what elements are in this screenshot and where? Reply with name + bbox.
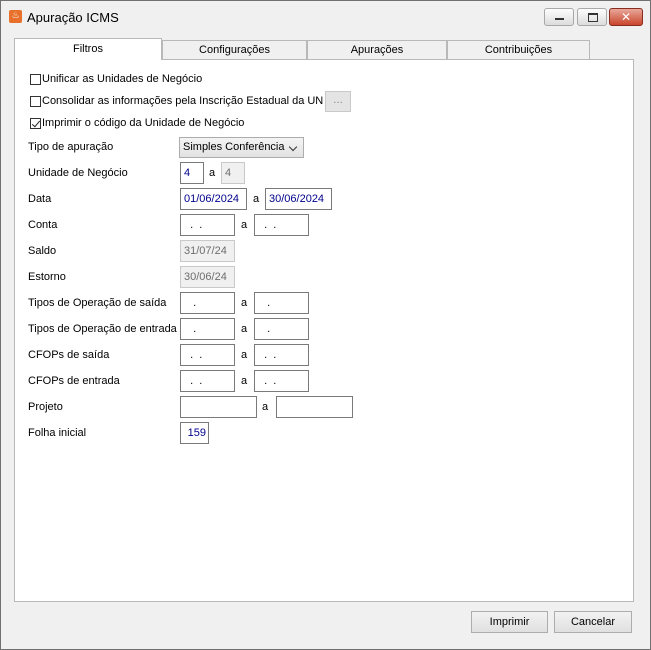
minimize-icon bbox=[555, 18, 564, 20]
imprimir-codigo-label: Imprimir o código da Unidade de Negócio bbox=[42, 117, 245, 129]
saldo-input: 31/07/24 bbox=[180, 240, 235, 262]
tab-filtros[interactable]: Filtros bbox=[14, 38, 162, 60]
cfops-entrada-to-input[interactable]: . . bbox=[254, 370, 309, 392]
imprimir-codigo-checkbox-row[interactable]: Imprimir o código da Unidade de Negócio bbox=[30, 116, 244, 130]
saldo-label: Saldo bbox=[28, 245, 57, 257]
chevron-down-icon bbox=[288, 142, 298, 152]
imprimir-button-label: Imprimir bbox=[489, 616, 530, 628]
data-to-input[interactable]: 30/06/2024 bbox=[265, 188, 332, 210]
data-separator: a bbox=[253, 193, 260, 205]
cfops-entrada-label: CFOPs de entrada bbox=[28, 375, 120, 387]
imprimir-button[interactable]: Imprimir bbox=[471, 611, 548, 633]
maximize-icon bbox=[588, 13, 598, 22]
tab-configuracoes[interactable]: Configurações bbox=[162, 40, 307, 59]
tab-apuracoes-complementares[interactable]: Apurações Complementares bbox=[307, 40, 447, 75]
projeto-label: Projeto bbox=[28, 401, 63, 413]
conta-from-input[interactable]: . . bbox=[180, 214, 235, 236]
unidade-negocio-from-input[interactable]: 4 bbox=[180, 162, 204, 184]
tipos-operacao-entrada-from-input[interactable]: . bbox=[180, 318, 235, 340]
tipos-operacao-entrada-label: Tipos de Operação de entrada bbox=[28, 323, 177, 335]
projeto-to-input[interactable] bbox=[276, 396, 353, 418]
tipo-apuracao-value: Simples Conferência bbox=[183, 141, 285, 153]
cancelar-button-label: Cancelar bbox=[570, 616, 616, 628]
cancelar-button[interactable]: Cancelar bbox=[554, 611, 632, 633]
tipos-operacao-saida-separator: a bbox=[241, 297, 248, 309]
minimize-button[interactable] bbox=[544, 8, 574, 26]
cfops-saida-separator: a bbox=[241, 349, 248, 361]
conta-separator: a bbox=[241, 219, 248, 231]
cfops-saida-from-input[interactable]: . . bbox=[180, 344, 235, 366]
cfops-entrada-separator: a bbox=[241, 375, 248, 387]
close-button[interactable]: ✕ bbox=[609, 8, 643, 26]
projeto-from-input[interactable] bbox=[180, 396, 257, 418]
consolidar-label: Consolidar as informações pela Inscrição… bbox=[42, 95, 324, 107]
folha-inicial-input[interactable]: 159 bbox=[180, 422, 209, 444]
unidade-negocio-to-input: 4 bbox=[221, 162, 245, 184]
data-from-input[interactable]: 01/06/2024 bbox=[180, 188, 247, 210]
folha-inicial-label: Folha inicial bbox=[28, 427, 87, 439]
unidade-negocio-separator: a bbox=[209, 167, 216, 179]
tipos-operacao-entrada-separator: a bbox=[241, 323, 248, 335]
maximize-button[interactable] bbox=[577, 8, 607, 26]
cfops-saida-to-input[interactable]: . . bbox=[254, 344, 309, 366]
tipo-apuracao-label: Tipo de apuração bbox=[28, 141, 114, 153]
conta-to-input[interactable]: . . bbox=[254, 214, 309, 236]
consolidar-browse-button[interactable]: ... bbox=[325, 91, 351, 112]
tipo-apuracao-select[interactable]: Simples Conferência bbox=[179, 137, 304, 158]
cfops-saida-label: CFOPs de saída bbox=[28, 349, 110, 361]
tipos-operacao-saida-label: Tipos de Operação de saída bbox=[28, 297, 167, 309]
window-title: Apuração ICMS bbox=[27, 10, 119, 25]
app-icon: ♨ bbox=[9, 10, 22, 23]
estorno-label: Estorno bbox=[28, 271, 66, 283]
consolidar-checkbox-row[interactable]: Consolidar as informações pela Inscrição… bbox=[30, 94, 323, 108]
tipos-operacao-entrada-to-input[interactable]: . bbox=[254, 318, 309, 340]
tab-contribuicoes[interactable]: Contribuições bbox=[447, 40, 590, 59]
cfops-entrada-from-input[interactable]: . . bbox=[180, 370, 235, 392]
unificar-checkbox-row[interactable]: Unificar as Unidades de Negócio bbox=[30, 72, 202, 86]
conta-label: Conta bbox=[28, 219, 58, 231]
close-icon: ✕ bbox=[620, 10, 632, 24]
projeto-separator: a bbox=[262, 401, 269, 413]
estorno-input: 30/06/24 bbox=[180, 266, 235, 288]
unificar-label: Unificar as Unidades de Negócio bbox=[42, 73, 203, 85]
data-label: Data bbox=[28, 193, 52, 205]
title-bar[interactable]: ♨ Apuração ICMS ✕ bbox=[1, 1, 650, 33]
unidade-negocio-label: Unidade de Negócio bbox=[28, 167, 128, 179]
tipos-operacao-saida-from-input[interactable]: . bbox=[180, 292, 235, 314]
tipos-operacao-saida-to-input[interactable]: . bbox=[254, 292, 309, 314]
consolidar-checkbox[interactable] bbox=[30, 95, 41, 107]
imprimir-codigo-checkbox[interactable] bbox=[30, 117, 41, 129]
unificar-checkbox[interactable] bbox=[30, 73, 41, 85]
